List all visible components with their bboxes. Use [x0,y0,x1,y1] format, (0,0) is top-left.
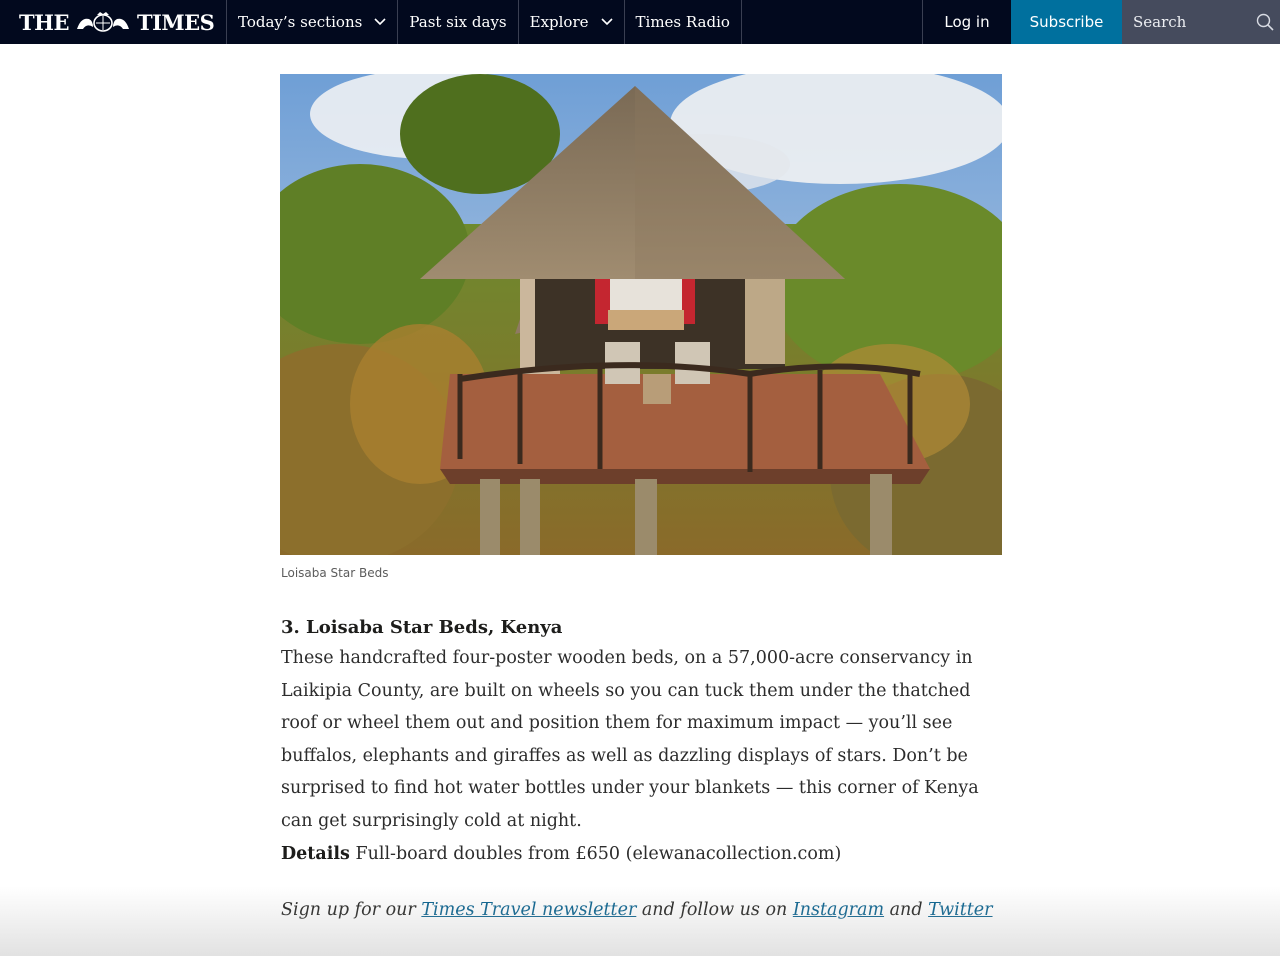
subscribe-button[interactable]: Subscribe [1011,0,1122,44]
login-button[interactable]: Log in [923,0,1011,44]
nav-todays-sections-label: Today’s sections [238,13,363,31]
search-input[interactable] [1122,13,1248,31]
nav-spacer [742,0,923,44]
chevron-down-icon [374,18,386,26]
times-travel-newsletter-link[interactable]: Times Travel newsletter [421,900,636,920]
section-heading: 3. Loisaba Star Beds, Kenya [281,617,563,638]
nav-past-six-days-label: Past six days [409,13,507,31]
newsletter-signup-line: Sign up for our Times Travel newsletter … [281,900,993,920]
signup-prefix: Sign up for our [281,900,422,920]
chevron-down-icon [600,18,613,26]
image-caption: Loisaba Star Beds [281,566,389,580]
nav-times-radio[interactable]: Times Radio [625,0,742,44]
top-navigation-bar: THE TIMES Today’s sections Past six days… [0,0,1280,44]
article-body: 3. Loisaba Star Beds, Kenya These handcr… [281,614,1001,870]
signup-and: and [884,900,929,920]
details-text: Full-board doubles from £650 (elewanacol… [349,843,842,864]
nav-explore[interactable]: Explore [519,0,625,44]
twitter-link[interactable]: Twitter [928,900,992,920]
safari-tent-photo [280,74,1002,555]
search-icon[interactable] [1256,13,1274,31]
instagram-link[interactable]: Instagram [793,900,884,920]
bottom-fade-overlay [0,886,1280,956]
body-paragraph: These handcrafted four-poster wooden bed… [281,648,979,831]
details-label: Details [281,843,350,864]
times-logo[interactable]: THE TIMES [0,0,227,44]
nav-explore-label: Explore [529,13,589,31]
nav-todays-sections[interactable]: Today’s sections [227,0,399,44]
nav-times-radio-label: Times Radio [635,13,730,31]
crest-icon [76,12,129,32]
article-hero-image [280,74,1002,555]
details-line: Details Full-board doubles from £650 (el… [281,838,1001,871]
logo-the: THE [19,9,69,35]
nav-past-six-days[interactable]: Past six days [398,0,519,44]
signup-middle: and follow us on [636,900,793,920]
search-box [1122,0,1280,44]
logo-times: TIMES [136,9,215,35]
